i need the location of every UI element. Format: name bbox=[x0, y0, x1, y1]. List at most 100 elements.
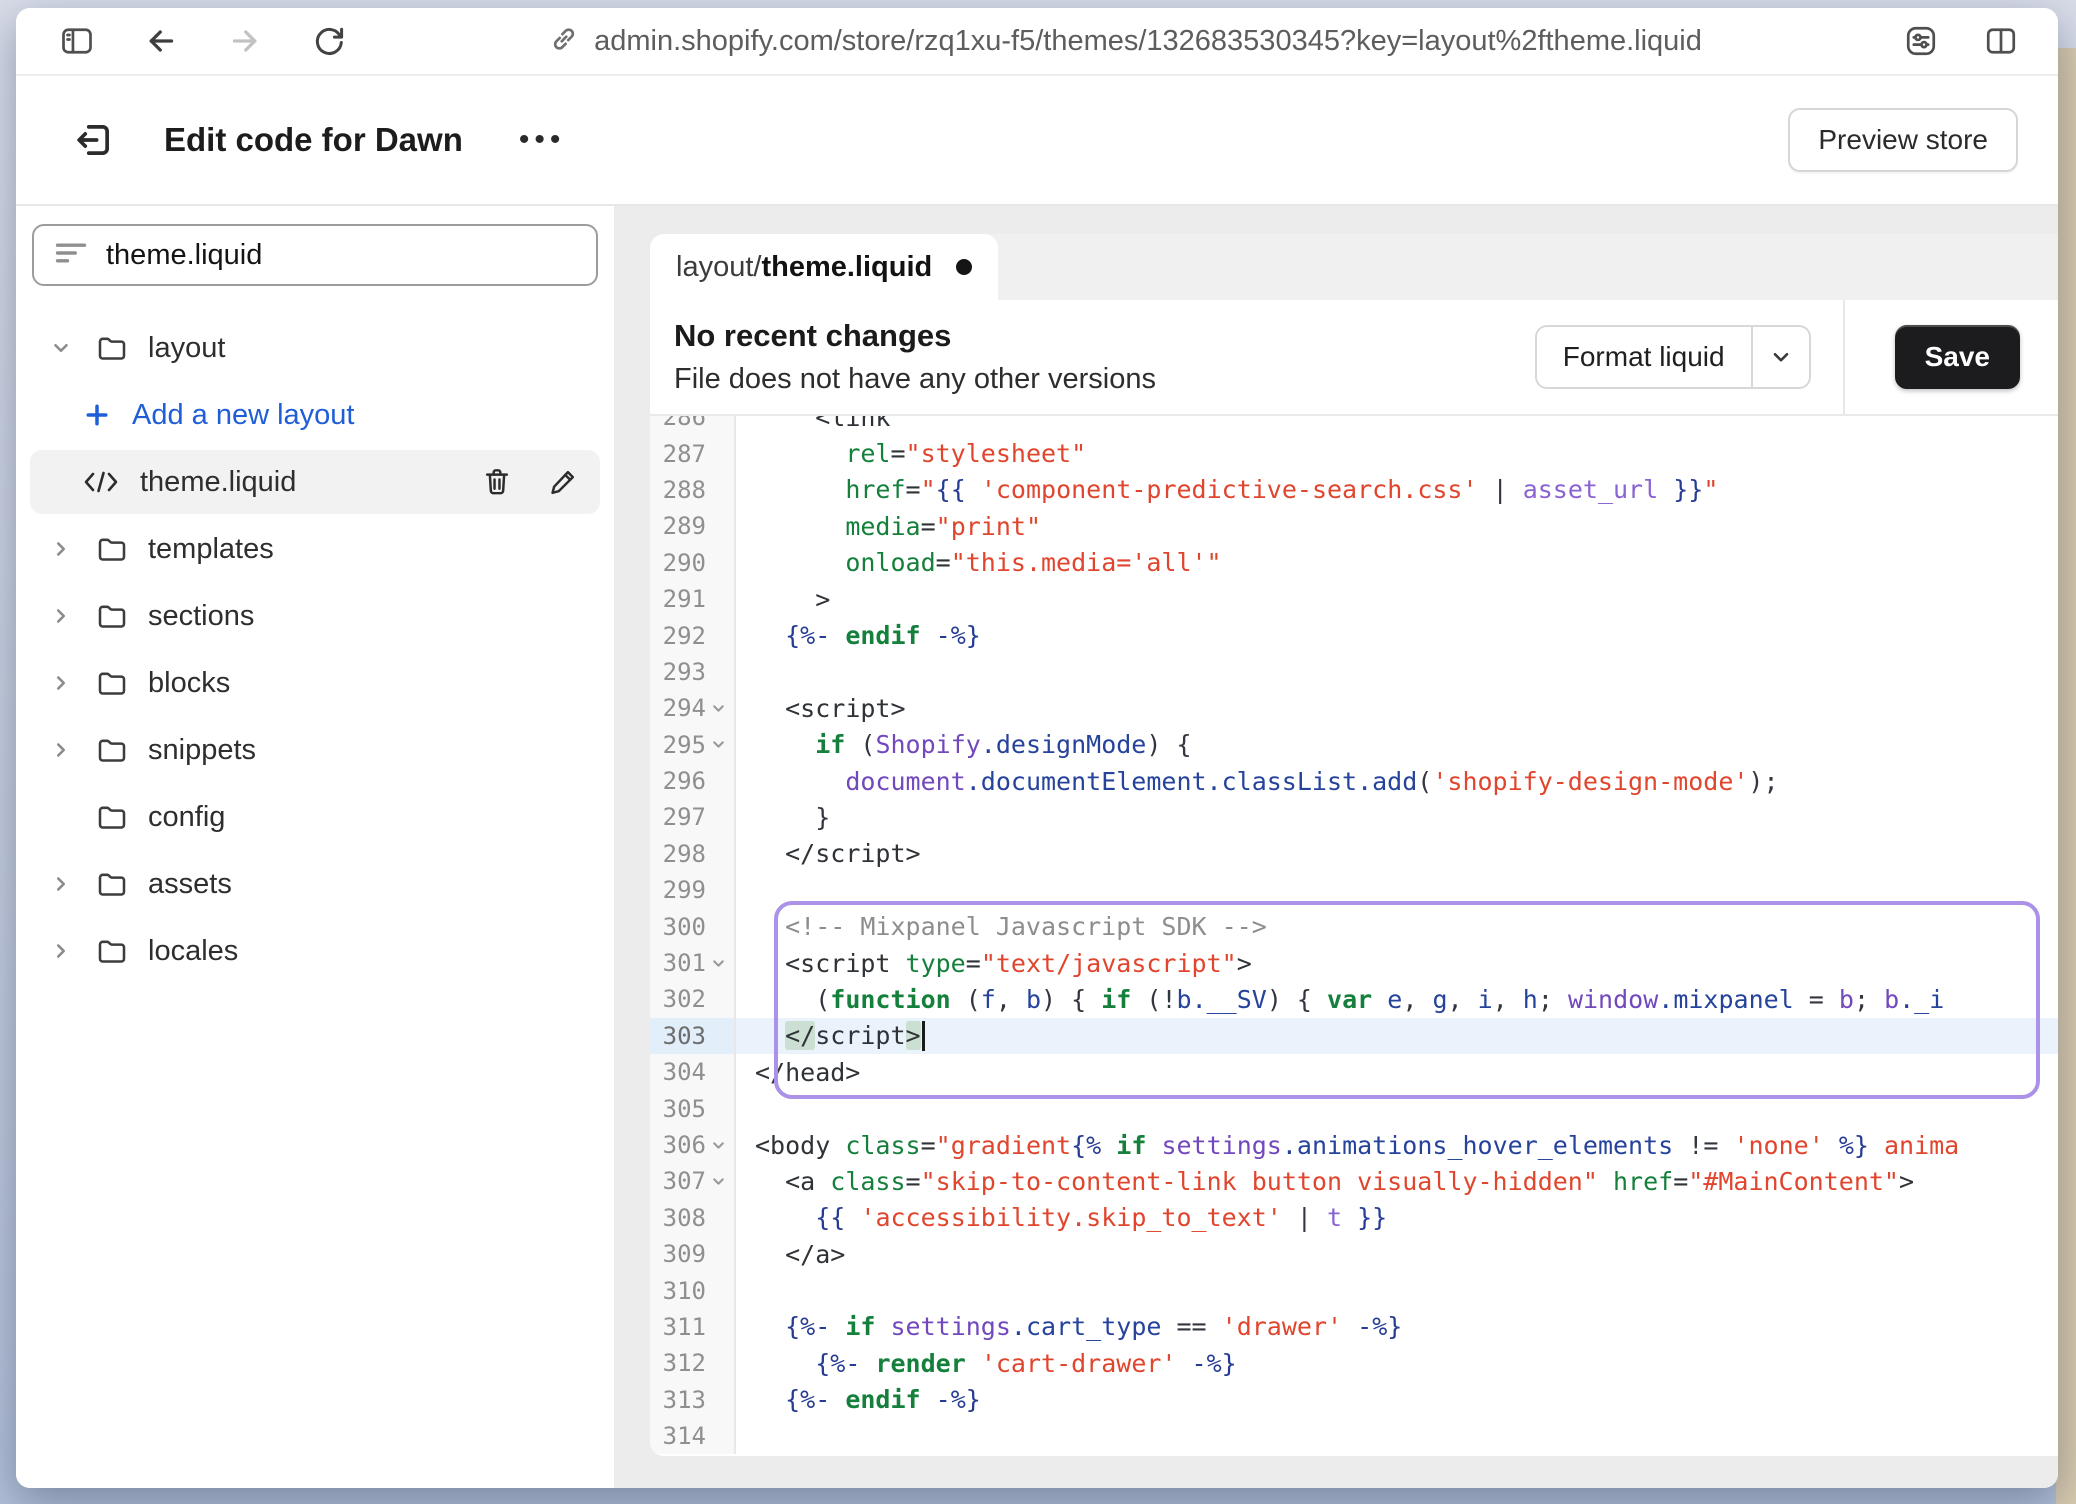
folder-label: snippets bbox=[148, 734, 256, 767]
code-file-icon bbox=[82, 467, 120, 497]
code-line-296[interactable]: document.documentElement.classList.add('… bbox=[736, 763, 2058, 799]
sidebar-toggle-icon[interactable] bbox=[58, 22, 96, 60]
code-line-301[interactable]: <script type="text/javascript"> bbox=[736, 945, 2058, 981]
code-line-298[interactable]: </script> bbox=[736, 836, 2058, 872]
back-button-icon[interactable] bbox=[142, 22, 180, 60]
trash-icon[interactable] bbox=[482, 466, 512, 498]
code-line-314[interactable] bbox=[736, 1418, 2058, 1454]
url-text: admin.shopify.com/store/rzq1xu-f5/themes… bbox=[594, 25, 1702, 58]
folder-icon bbox=[96, 936, 128, 966]
folder-icon bbox=[96, 333, 128, 363]
sidebar-folder-sections[interactable]: sections bbox=[30, 584, 600, 648]
code-line-313[interactable]: {%- endif -%} bbox=[736, 1382, 2058, 1418]
code-line-309[interactable]: </a> bbox=[736, 1236, 2058, 1272]
sidebar-file-theme-liquid[interactable]: theme.liquid bbox=[30, 450, 600, 514]
sidebar-folder-blocks[interactable]: blocks bbox=[30, 651, 600, 715]
address-bar[interactable]: admin.shopify.com/store/rzq1xu-f5/themes… bbox=[348, 23, 1902, 60]
line-number: 296 bbox=[650, 763, 734, 799]
sidebar-folder-snippets[interactable]: snippets bbox=[30, 718, 600, 782]
chevron-right-icon[interactable] bbox=[50, 672, 96, 694]
code-line-305[interactable] bbox=[736, 1090, 2058, 1126]
sidebar-folder-templates[interactable]: templates bbox=[30, 517, 600, 581]
line-number: 306 bbox=[650, 1127, 734, 1163]
editor-tab-bar: layout/theme.liquid bbox=[650, 234, 2058, 300]
code-editor[interactable]: 2862872882892902912922932942952962972982… bbox=[650, 416, 2058, 1456]
folder-label: locales bbox=[148, 935, 238, 968]
code-line-302[interactable]: (function (f, b) { if (!b.__SV) { var e,… bbox=[736, 981, 2058, 1017]
code-line-300[interactable]: <!-- Mixpanel Javascript SDK --> bbox=[736, 908, 2058, 944]
fold-toggle-icon[interactable] bbox=[706, 1173, 730, 1190]
chevron-right-icon[interactable] bbox=[50, 605, 96, 627]
forward-button-icon[interactable] bbox=[226, 22, 264, 60]
page-settings-icon[interactable] bbox=[1902, 22, 1940, 60]
browser-toolbar: admin.shopify.com/store/rzq1xu-f5/themes… bbox=[16, 8, 2058, 76]
fold-toggle-icon[interactable] bbox=[706, 700, 730, 717]
line-number: 290 bbox=[650, 545, 734, 581]
code-line-290[interactable]: onload="this.media='all'" bbox=[736, 545, 2058, 581]
code-line-289[interactable]: media="print" bbox=[736, 508, 2058, 544]
code-line-295[interactable]: if (Shopify.designMode) { bbox=[736, 727, 2058, 763]
code-line-303[interactable]: </script> bbox=[736, 1018, 2058, 1054]
file-tree: layout Add a new layouttheme.liquidtempla… bbox=[30, 316, 600, 983]
folder-label: assets bbox=[148, 868, 232, 901]
sidebar-folder-locales[interactable]: locales bbox=[30, 919, 600, 983]
chevron-right-icon[interactable] bbox=[50, 538, 96, 560]
sidebar-folder-layout[interactable]: layout bbox=[30, 316, 600, 380]
code-line-311[interactable]: {%- if settings.cart_type == 'drawer' -%… bbox=[736, 1309, 2058, 1345]
code-line-312[interactable]: {%- render 'cart-drawer' -%} bbox=[736, 1345, 2058, 1381]
folder-icon bbox=[96, 601, 128, 631]
code-line-304[interactable]: </head> bbox=[736, 1054, 2058, 1090]
code-line-307[interactable]: <a class="skip-to-content-link button vi… bbox=[736, 1163, 2058, 1199]
preview-store-button[interactable]: Preview store bbox=[1788, 108, 2018, 172]
sidebar-folder-config[interactable]: config bbox=[30, 785, 600, 849]
code-line-308[interactable]: {{ 'accessibility.skip_to_text' | t }} bbox=[736, 1200, 2058, 1236]
folder-label: config bbox=[148, 801, 225, 834]
file-sidebar: layout Add a new layouttheme.liquidtempla… bbox=[16, 206, 614, 1488]
fold-toggle-icon[interactable] bbox=[706, 1137, 730, 1154]
plus-icon bbox=[82, 400, 112, 430]
pencil-icon[interactable] bbox=[548, 466, 578, 498]
code-line-310[interactable] bbox=[736, 1272, 2058, 1308]
exit-editor-icon[interactable] bbox=[72, 118, 116, 162]
code-line-288[interactable]: href="{{ 'component-predictive-search.cs… bbox=[736, 472, 2058, 508]
add-new-layout-link[interactable]: Add a new layout bbox=[30, 383, 600, 447]
chevron-down-icon[interactable] bbox=[1753, 327, 1809, 387]
sidebar-folder-assets[interactable]: assets bbox=[30, 852, 600, 916]
fold-toggle-icon[interactable] bbox=[706, 955, 730, 972]
format-liquid-button[interactable]: Format liquid bbox=[1535, 325, 1811, 389]
tab-theme-liquid[interactable]: layout/theme.liquid bbox=[650, 234, 998, 300]
line-number: 291 bbox=[650, 581, 734, 617]
code-line-299[interactable] bbox=[736, 872, 2058, 908]
code-line-286[interactable]: <link bbox=[736, 416, 2058, 435]
code-line-292[interactable]: {%- endif -%} bbox=[736, 617, 2058, 653]
chevron-down-icon[interactable] bbox=[50, 337, 96, 359]
reload-icon[interactable] bbox=[310, 22, 348, 60]
unsaved-indicator-dot bbox=[956, 259, 972, 275]
file-search-box[interactable] bbox=[32, 224, 598, 286]
folder-label: blocks bbox=[148, 667, 230, 700]
more-options-button[interactable]: ••• bbox=[519, 123, 566, 157]
line-number: 292 bbox=[650, 617, 734, 653]
code-line-291[interactable]: > bbox=[736, 581, 2058, 617]
line-number: 289 bbox=[650, 508, 734, 544]
desktop: admin.shopify.com/store/rzq1xu-f5/themes… bbox=[0, 0, 2076, 1504]
code-line-306[interactable]: <body class="gradient{% if settings.anim… bbox=[736, 1127, 2058, 1163]
line-number: 309 bbox=[650, 1236, 734, 1272]
search-input[interactable] bbox=[106, 239, 576, 272]
chevron-right-icon[interactable] bbox=[50, 940, 96, 962]
tab-file-name: theme.liquid bbox=[761, 251, 932, 284]
folder-icon bbox=[96, 735, 128, 765]
code-line-297[interactable]: } bbox=[736, 799, 2058, 835]
code-lines[interactable]: <link rel="stylesheet" href="{{ 'compone… bbox=[736, 416, 2058, 1454]
editor-card: layout/theme.liquid No recent changes Fi… bbox=[650, 234, 2058, 1456]
folder-label: layout bbox=[148, 332, 225, 365]
code-line-294[interactable]: <script> bbox=[736, 690, 2058, 726]
save-button[interactable]: Save bbox=[1895, 325, 2020, 389]
fold-toggle-icon[interactable] bbox=[706, 736, 730, 753]
code-line-287[interactable]: rel="stylesheet" bbox=[736, 435, 2058, 471]
split-view-icon[interactable] bbox=[1982, 22, 2020, 60]
line-number: 287 bbox=[650, 435, 734, 471]
code-line-293[interactable] bbox=[736, 654, 2058, 690]
chevron-right-icon[interactable] bbox=[50, 739, 96, 761]
chevron-right-icon[interactable] bbox=[50, 873, 96, 895]
